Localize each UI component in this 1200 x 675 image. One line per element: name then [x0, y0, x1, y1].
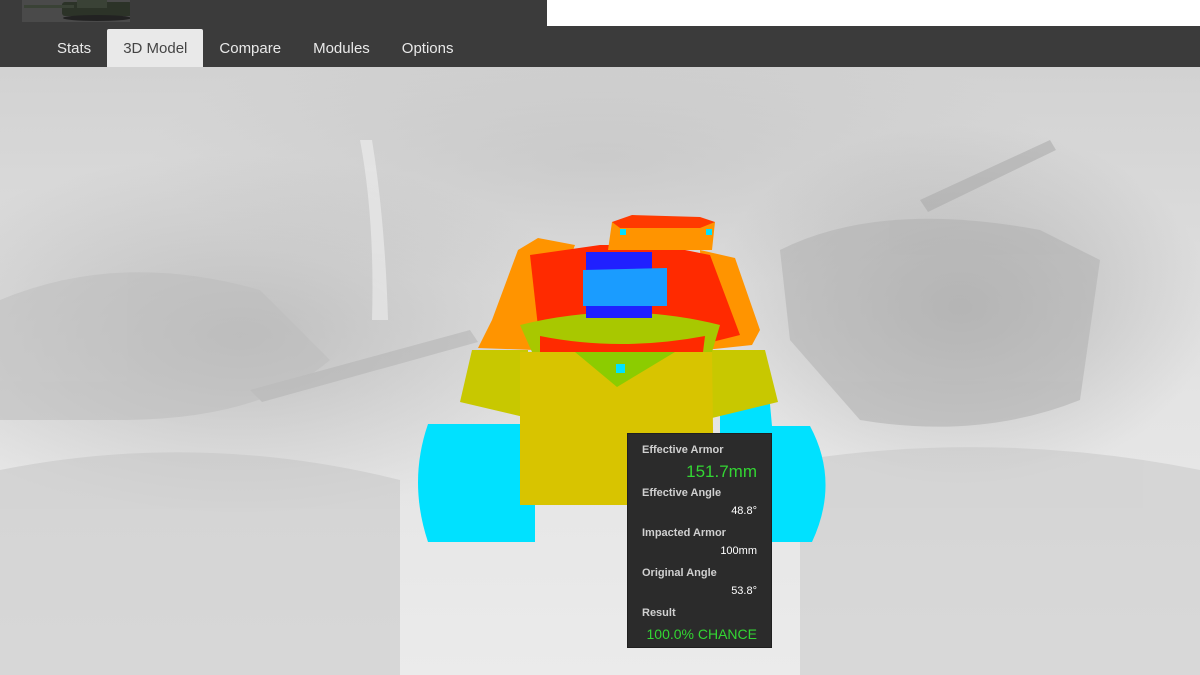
armor-tooltip: Effective Armor 151.7mm Effective Angle …	[627, 433, 772, 648]
impacted-armor-value: 100mm	[720, 545, 757, 557]
original-angle-label: Original Angle	[642, 567, 717, 579]
cupola-top[interactable]	[612, 215, 715, 228]
effective-angle-value: 48.8°	[731, 505, 757, 517]
top-header: Stats 3D Model Compare Modules Options	[0, 0, 1200, 67]
result-value: 100.0% CHANCE	[646, 626, 758, 642]
search-input[interactable]	[547, 0, 1200, 26]
effective-angle-label: Effective Angle	[642, 487, 722, 499]
hull-port[interactable]	[616, 364, 625, 373]
tab-stats[interactable]: Stats	[41, 29, 107, 67]
tab-compare[interactable]: Compare	[203, 29, 297, 67]
gun-barrel-end[interactable]	[583, 268, 667, 306]
tab-bar: Stats 3D Model Compare Modules Options	[41, 29, 470, 67]
armor-model-scene[interactable]	[0, 67, 1200, 675]
model-viewport[interactable]	[0, 67, 1200, 675]
cupola-vision-port-right[interactable]	[706, 229, 712, 235]
impacted-armor-label: Impacted Armor	[642, 527, 726, 539]
tab-options[interactable]: Options	[386, 29, 470, 67]
effective-armor-value: 151.7mm	[686, 462, 757, 481]
tank-thumbnail[interactable]	[22, 0, 130, 22]
original-angle-value: 53.8°	[731, 585, 757, 597]
tab-modules[interactable]: Modules	[297, 29, 386, 67]
hull-left-side[interactable]	[460, 350, 528, 418]
tank-thumbnail-image	[22, 0, 130, 22]
cupola-vision-port-left[interactable]	[620, 229, 626, 235]
result-label: Result	[642, 607, 676, 619]
tab-3d-model[interactable]: 3D Model	[107, 29, 204, 67]
left-track[interactable]	[418, 424, 535, 542]
effective-armor-label: Effective Armor	[642, 444, 724, 456]
